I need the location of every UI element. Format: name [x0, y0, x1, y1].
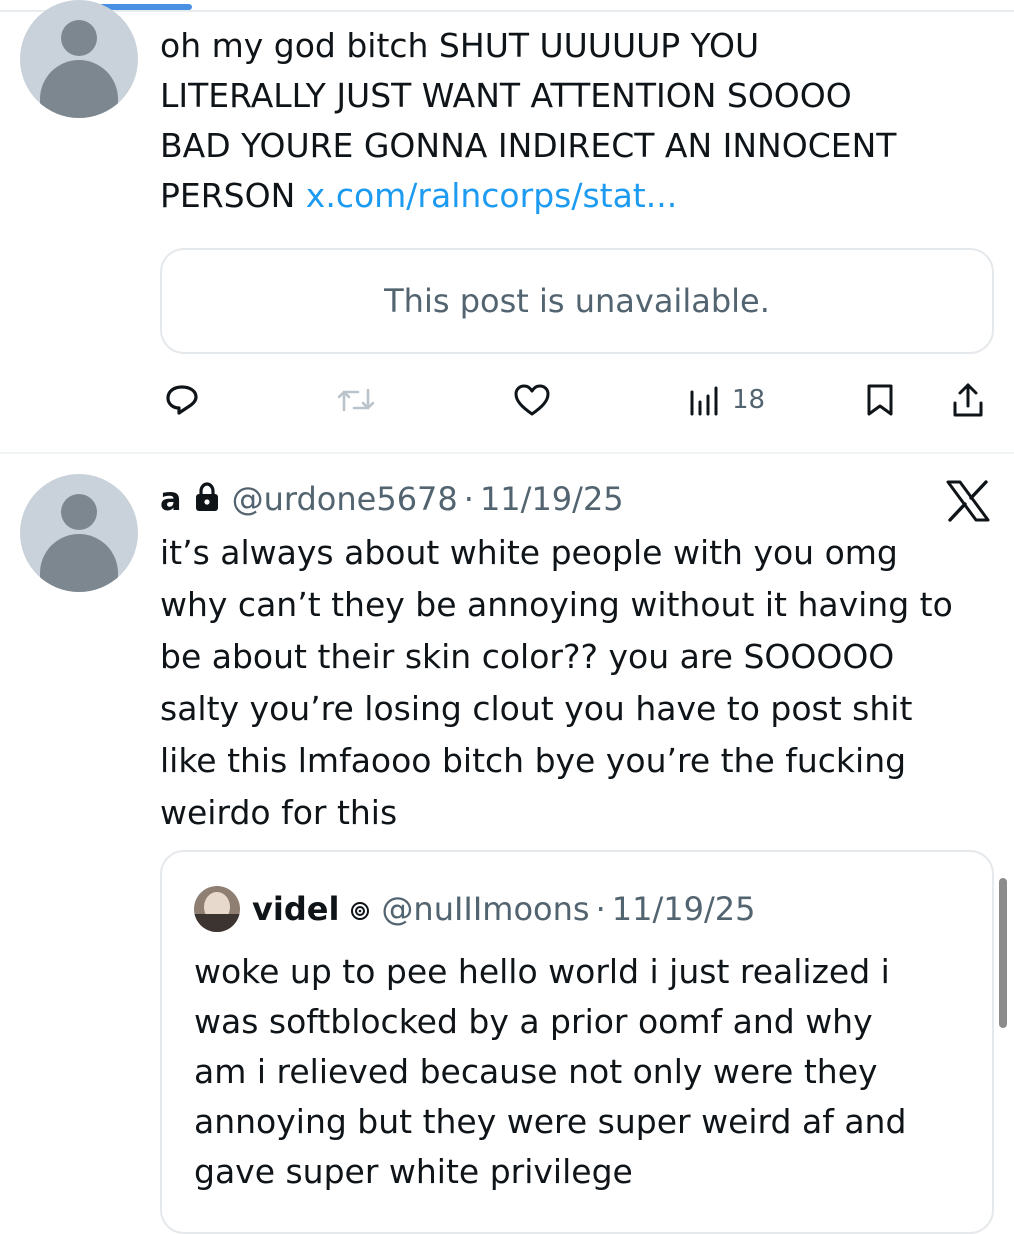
- avatar[interactable]: [20, 0, 138, 118]
- repost-icon: [337, 388, 375, 412]
- tweet-link[interactable]: x.com/ralncorps/stat...: [306, 176, 677, 215]
- quote-unavailable-card[interactable]: This post is unavailable.: [160, 248, 994, 354]
- x-logo: [946, 480, 990, 522]
- bookmark-icon: [867, 384, 893, 416]
- display-name[interactable]: a: [160, 480, 182, 518]
- post-date[interactable]: 11/19/25: [480, 480, 624, 518]
- quoted-line: woke up to pee hello world i just realiz…: [194, 952, 890, 991]
- bar-chart-icon: [690, 386, 718, 416]
- tweet-text: oh my god bitch SHUT UUUUUP YOU LITERALL…: [160, 21, 1000, 221]
- quoted-line: gave super white privilege: [194, 1152, 633, 1191]
- avatar[interactable]: [20, 474, 138, 592]
- share-button[interactable]: [950, 378, 986, 422]
- separator-dot: ·: [463, 480, 474, 518]
- tweet-line: LITERALLY JUST WANT ATTENTION SOOOO: [160, 76, 852, 115]
- lock-icon: [195, 482, 218, 511]
- repost-button[interactable]: [336, 378, 376, 422]
- tweet-text: it’s always about white people with you …: [160, 527, 1000, 839]
- action-bar: 18: [160, 378, 1000, 422]
- user-handle[interactable]: @urdone5678: [232, 480, 458, 518]
- tweet-line: why can’t they be annoying without it ha…: [160, 585, 953, 624]
- quoted-handle[interactable]: @nuIIImoons: [381, 890, 589, 928]
- separator-dot: ·: [595, 890, 606, 928]
- reply-icon: [166, 385, 198, 415]
- scrollbar-thumb[interactable]: [999, 878, 1007, 1028]
- top-divider: [0, 10, 1014, 12]
- tweet-header: a @urdone5678 · 11/19/25: [160, 474, 624, 524]
- post-divider: [0, 452, 1014, 454]
- quoted-line: am i relieved because not only were they: [194, 1052, 878, 1091]
- quoted-line: was softblocked by a prior oomf and why: [194, 1002, 873, 1041]
- heart-icon: [514, 384, 550, 416]
- tweet-line: like this lmfaooo bitch bye you’re the f…: [160, 741, 907, 780]
- quoted-text: woke up to pee hello world i just realiz…: [194, 947, 984, 1197]
- unavailable-text: This post is unavailable.: [384, 282, 770, 320]
- tweet-line: salty you’re losing clout you have to po…: [160, 689, 913, 728]
- avatar-body: [40, 534, 118, 592]
- share-icon: [953, 383, 983, 417]
- quoted-display-name[interactable]: videl: [252, 890, 339, 928]
- quoted-date[interactable]: 11/19/25: [612, 890, 756, 928]
- avatar-head: [61, 494, 97, 530]
- quoted-line: annoying but they were super weird af an…: [194, 1102, 907, 1141]
- quoted-avatar[interactable]: [194, 886, 240, 932]
- spiral-icon: [351, 902, 370, 920]
- like-button[interactable]: [512, 378, 552, 422]
- views-count: 18: [732, 385, 766, 415]
- reply-button[interactable]: [164, 378, 200, 422]
- tweet-line: weirdo for this: [160, 793, 398, 832]
- tweet-line: BAD YOURE GONNA INDIRECT AN INNOCENT: [160, 126, 897, 165]
- avatar-body: [40, 60, 118, 118]
- tweet-line: it’s always about white people with you …: [160, 533, 898, 572]
- views-button[interactable]: 18: [686, 378, 765, 422]
- quoted-post-header: videl @nuIIImoons · 11/19/25: [194, 882, 755, 936]
- avatar-shoulders: [194, 914, 240, 932]
- tweet-line: PERSON: [160, 176, 296, 215]
- avatar-head: [61, 20, 97, 56]
- bookmark-button[interactable]: [864, 378, 896, 422]
- tweet-line-with-link: PERSON x.com/ralncorps/stat...: [160, 171, 1000, 221]
- tweet-line: oh my god bitch SHUT UUUUUP YOU: [160, 26, 760, 65]
- tweet-line: be about their skin color?? you are SOOO…: [160, 637, 895, 676]
